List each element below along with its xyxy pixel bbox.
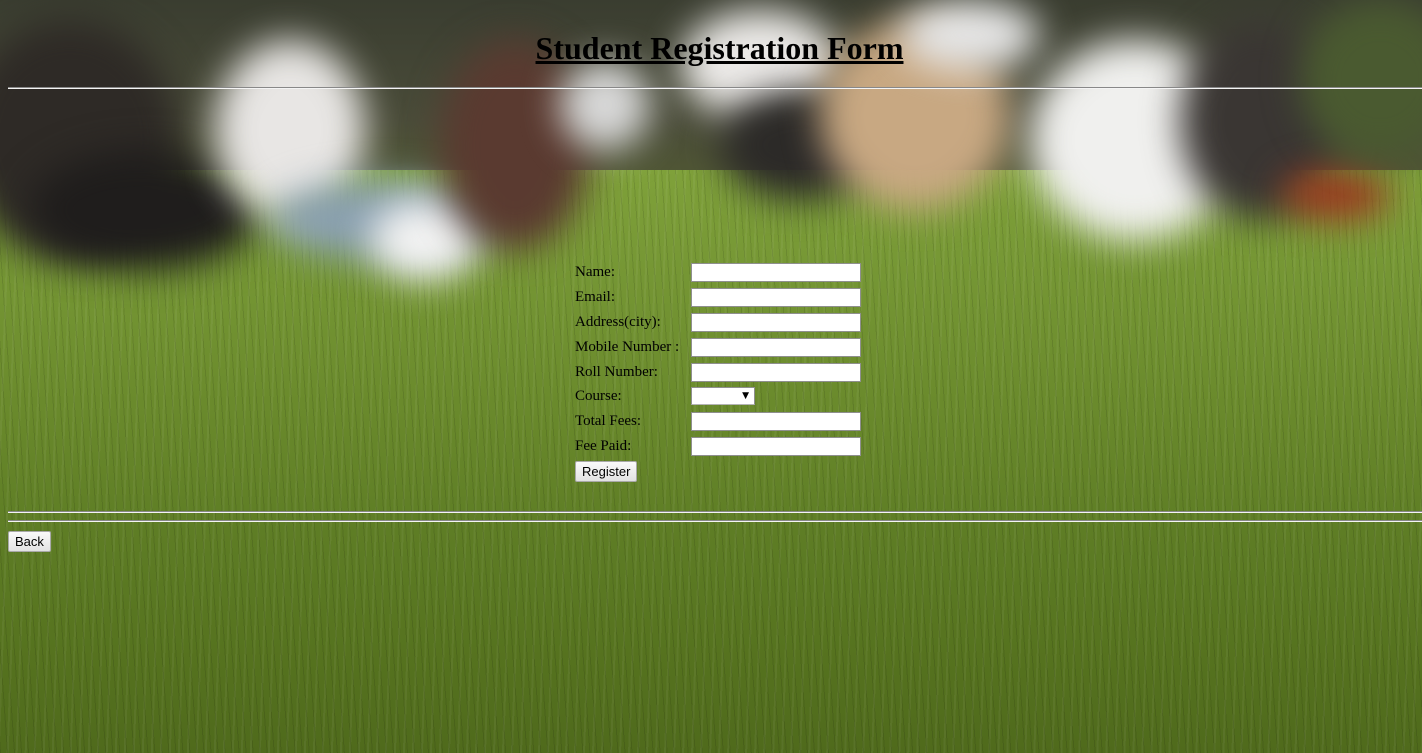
name-label: Name: bbox=[575, 264, 615, 280]
bottom-divider-1 bbox=[8, 511, 1422, 513]
bottom-divider-2 bbox=[8, 520, 1422, 522]
fee-paid-input[interactable] bbox=[691, 437, 861, 456]
registration-page: Student Registration Form Name: Email: A… bbox=[0, 0, 1422, 753]
fee-paid-label: Fee Paid: bbox=[575, 438, 632, 454]
name-input[interactable] bbox=[691, 263, 861, 282]
total-fees-input[interactable] bbox=[691, 412, 861, 431]
mobile-label: Mobile Number : bbox=[575, 339, 680, 355]
top-divider bbox=[8, 87, 1422, 89]
email-input[interactable] bbox=[691, 288, 861, 307]
roll-number-input[interactable] bbox=[691, 363, 861, 382]
address-label: Address(city): bbox=[575, 314, 661, 330]
back-button[interactable]: Back bbox=[8, 531, 51, 552]
mobile-input[interactable] bbox=[691, 338, 861, 357]
dropdown-arrow-icon: ▼ bbox=[742, 391, 749, 401]
course-label: Course: bbox=[575, 388, 622, 404]
email-label: Email: bbox=[575, 289, 615, 305]
roll-number-label: Roll Number: bbox=[575, 364, 658, 380]
address-input[interactable] bbox=[691, 313, 861, 332]
total-fees-label: Total Fees: bbox=[575, 413, 642, 429]
register-button[interactable]: Register bbox=[575, 461, 638, 482]
course-select[interactable]: ▼ bbox=[691, 387, 755, 405]
page-title: Student Registration Form bbox=[535, 30, 904, 66]
